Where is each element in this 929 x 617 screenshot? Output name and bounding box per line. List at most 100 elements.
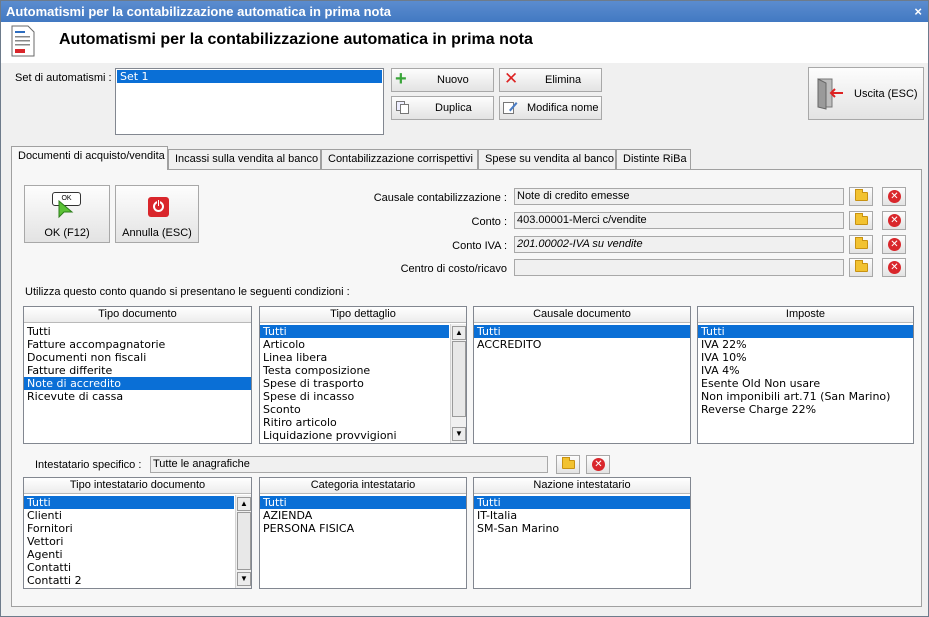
folder-icon (855, 189, 868, 201)
tipo-dettaglio-list[interactable]: Tipo dettaglio Tutti Articolo Linea libera… (259, 306, 467, 444)
ok-button[interactable]: OK OK (F12) (24, 185, 110, 243)
tipo-documento-list[interactable]: Tipo documento Tutti Fatture accompagnato… (23, 306, 252, 444)
page-title: Automatismi per la contabilizzazione aut… (59, 31, 533, 48)
tab-corrispettivi[interactable]: Contabilizzazione corrispettivi (321, 149, 478, 169)
causale-browse-button[interactable] (849, 187, 873, 206)
conto-field[interactable]: 403.00001-Merci c/vendite (514, 212, 844, 229)
scroll-up-icon[interactable]: ▲ (452, 326, 466, 340)
causale-documento-list[interactable]: Causale documento Tutti ACCREDITO (473, 306, 691, 444)
list-items: Tutti Articolo Linea libera Testa composizi… (260, 323, 449, 442)
exit-button[interactable]: Uscita (ESC) (808, 67, 924, 120)
conto-iva-label: Conto IVA : (452, 240, 507, 252)
tab-spese[interactable]: Spese su vendita al banco (478, 149, 616, 169)
nazione-intestatario-list[interactable]: Nazione intestatario Tutti IT-Italia SM-Sa… (473, 477, 691, 589)
set-listbox[interactable]: Set 1 (115, 68, 384, 135)
new-button[interactable]: + Nuovo (391, 68, 494, 92)
conto-clear-button[interactable]: ✕ (882, 211, 906, 230)
list-item[interactable]: Testa composizione (260, 364, 449, 377)
centro-browse-button[interactable] (849, 258, 873, 277)
list-item[interactable]: Tutti (24, 496, 234, 509)
list-item[interactable]: Tutti (474, 325, 690, 338)
scroll-down-icon[interactable]: ▼ (452, 427, 466, 441)
centro-clear-button[interactable]: ✕ (882, 258, 906, 277)
list-item[interactable]: Ricevute di cassa (24, 390, 251, 403)
delete-button[interactable]: ✕ Elimina (499, 68, 602, 92)
list-item[interactable]: IVA 22% (698, 338, 913, 351)
list-header: Tipo documento (24, 307, 251, 323)
list-item[interactable]: Tutti (698, 325, 913, 338)
edit-icon (503, 102, 518, 114)
intestatario-clear-button[interactable]: ✕ (586, 455, 610, 474)
exit-door-icon (817, 78, 843, 110)
list-item[interactable]: IVA 4% (698, 364, 913, 377)
list-item[interactable]: Spese di trasporto (260, 377, 449, 390)
clear-icon: ✕ (888, 190, 901, 203)
folder-icon (562, 457, 575, 469)
list-item[interactable]: Sconto (260, 403, 449, 416)
list-item[interactable]: Linea libera (260, 351, 449, 364)
folder-icon (855, 213, 868, 225)
tipo-intestatario-list[interactable]: Tipo intestatario documento Tutti Clienti… (23, 477, 252, 589)
list-item[interactable]: Fornitori (24, 522, 234, 535)
list-item[interactable]: Liquidazione provvigioni (260, 429, 449, 442)
list-item[interactable]: Reverse Charge 22% (698, 403, 913, 416)
main-window: Automatismi per la contabilizzazione aut… (0, 0, 929, 617)
list-item[interactable]: Non imponibili art.71 (San Marino) (698, 390, 913, 403)
list-item[interactable]: Tutti (260, 496, 466, 509)
scroll-down-icon[interactable]: ▼ (237, 572, 251, 586)
causale-clear-button[interactable]: ✕ (882, 187, 906, 206)
tab-distinte-riba[interactable]: Distinte RiBa (616, 149, 691, 169)
list-item[interactable]: IVA 10% (698, 351, 913, 364)
conto-browse-button[interactable] (849, 211, 873, 230)
centro-field[interactable] (514, 259, 844, 276)
tab-incassi[interactable]: Incassi sulla vendita al banco (168, 149, 321, 169)
list-item[interactable]: Note di accredito (24, 377, 251, 390)
conto-iva-browse-button[interactable] (849, 235, 873, 254)
scrollbar[interactable]: ▲ ▼ (235, 495, 251, 588)
duplicate-button-label: Duplica (435, 102, 472, 114)
rename-button[interactable]: Modifica nome (499, 96, 602, 120)
list-item[interactable]: Tutti (260, 325, 449, 338)
conto-iva-field[interactable]: 201.00002-IVA su vendite (514, 236, 844, 253)
tab-documenti[interactable]: Documenti di acquisto/vendita (11, 146, 168, 170)
list-header: Nazione intestatario (474, 478, 690, 494)
list-item[interactable]: Contatti (24, 561, 234, 574)
intestatario-field[interactable]: Tutte le anagrafiche (150, 456, 548, 473)
list-item[interactable]: Documenti non fiscali (24, 351, 251, 364)
list-item[interactable]: Vettori (24, 535, 234, 548)
scroll-thumb[interactable] (452, 341, 466, 417)
list-item[interactable]: Tutti (474, 496, 690, 509)
duplicate-button[interactable]: Duplica (391, 96, 494, 120)
list-item[interactable]: Agenti (24, 548, 234, 561)
list-item[interactable]: Clienti (24, 509, 234, 522)
categoria-intestatario-list[interactable]: Categoria intestatario Tutti AZIENDA PERSO… (259, 477, 467, 589)
list-item[interactable]: IT-Italia (474, 509, 690, 522)
list-item[interactable]: Set 1 (117, 70, 382, 83)
scroll-thumb[interactable] (237, 512, 251, 570)
list-item[interactable]: Contatti 2 (24, 574, 234, 587)
conditions-label: Utilizza questo conto quando si presenta… (25, 286, 350, 298)
list-item[interactable]: Fatture differite (24, 364, 251, 377)
list-item[interactable]: PERSONA FISICA (260, 522, 466, 535)
list-item[interactable]: Articolo (260, 338, 449, 351)
scrollbar[interactable]: ▲ ▼ (450, 324, 466, 443)
rename-button-label: Modifica nome (527, 102, 599, 114)
list-item[interactable]: Fatture accompagnatorie (24, 338, 251, 351)
list-item[interactable]: Ritiro articolo (260, 416, 449, 429)
list-item[interactable]: Tutti (24, 325, 251, 338)
list-item[interactable]: Esente Old Non usare (698, 377, 913, 390)
intestatario-browse-button[interactable] (556, 455, 580, 474)
imposte-list[interactable]: Imposte Tutti IVA 22% IVA 10% IVA 4% Esente … (697, 306, 914, 444)
list-item[interactable]: AZIENDA (260, 509, 466, 522)
list-items: Tutti IVA 22% IVA 10% IVA 4% Esente Old Non … (698, 323, 913, 416)
list-item[interactable]: ACCREDITO (474, 338, 690, 351)
scroll-up-icon[interactable]: ▲ (237, 497, 251, 511)
close-icon[interactable]: × (914, 1, 922, 22)
list-header: Causale documento (474, 307, 690, 323)
causale-field[interactable]: Note di credito emesse (514, 188, 844, 205)
clear-icon: ✕ (888, 238, 901, 251)
list-item[interactable]: Spese di incasso (260, 390, 449, 403)
conto-iva-clear-button[interactable]: ✕ (882, 235, 906, 254)
cancel-button[interactable]: Annulla (ESC) (115, 185, 199, 243)
list-item[interactable]: SM-San Marino (474, 522, 690, 535)
